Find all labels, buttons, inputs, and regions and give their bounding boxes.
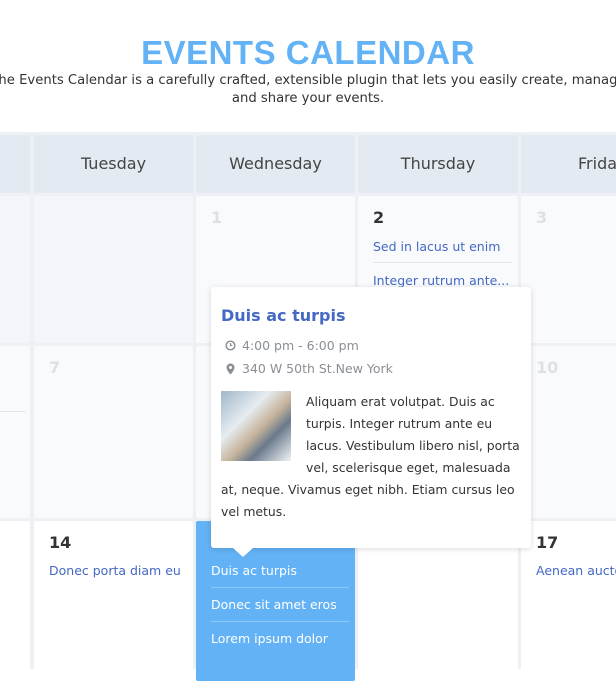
event-link[interactable]: Duis ac turpis: [211, 563, 297, 578]
day-number: 10: [536, 358, 559, 377]
day-number: 7: [49, 358, 61, 377]
day-cell-3[interactable]: 3: [521, 196, 616, 343]
header-friday: Frida: [521, 135, 616, 193]
clock-icon: [225, 340, 236, 351]
divider: [211, 621, 349, 622]
event-location: 340 W 50th St.New York: [242, 361, 393, 376]
divider: [373, 262, 512, 263]
event-link[interactable]: Integer rutrum ante...: [373, 273, 509, 288]
header-wednesday: Wednesday: [196, 135, 355, 193]
day-cell-14[interactable]: 14 Donec porta diam eu: [34, 521, 193, 681]
day-cell[interactable]: [0, 521, 30, 681]
event-time: 4:00 pm - 6:00 pm: [242, 338, 359, 353]
day-cell[interactable]: [0, 346, 30, 518]
page-subtitle: The Events Calendar is a carefully craft…: [0, 73, 616, 106]
day-number: 3: [536, 208, 548, 227]
day-number: 1: [211, 208, 223, 227]
event-link[interactable]: Donec sit amet eros: [211, 597, 337, 612]
day-number: 14: [49, 533, 72, 552]
event-link[interactable]: Sed in lacus ut enim: [373, 239, 500, 254]
day-cell-7[interactable]: 7: [34, 346, 193, 518]
event-link[interactable]: Donec porta diam eu: [49, 563, 181, 578]
event-tooltip: Duis ac turpis 4:00 pm - 6:00 pm 340 W 5…: [211, 287, 531, 557]
day-number: 17: [536, 533, 559, 552]
day-cell[interactable]: [34, 196, 193, 343]
day-cell-10[interactable]: 10: [521, 346, 616, 518]
header-thursday: Thursday: [358, 135, 518, 193]
divider: [211, 587, 349, 588]
day-number: 2: [373, 208, 385, 227]
header-monday: [0, 135, 30, 193]
header-tuesday: Tuesday: [34, 135, 193, 193]
map-marker-icon: [226, 363, 235, 374]
event-title[interactable]: Duis ac turpis: [221, 306, 346, 325]
event-link[interactable]: Aenean aucto: [536, 563, 616, 578]
page-title: EVENTS CALENDAR: [141, 34, 475, 71]
event-thumbnail: [221, 391, 291, 461]
day-cell[interactable]: [0, 196, 30, 343]
divider: [0, 411, 26, 412]
day-cell-17[interactable]: 17 Aenean aucto: [521, 521, 616, 681]
event-link[interactable]: Lorem ipsum dolor: [211, 631, 328, 646]
